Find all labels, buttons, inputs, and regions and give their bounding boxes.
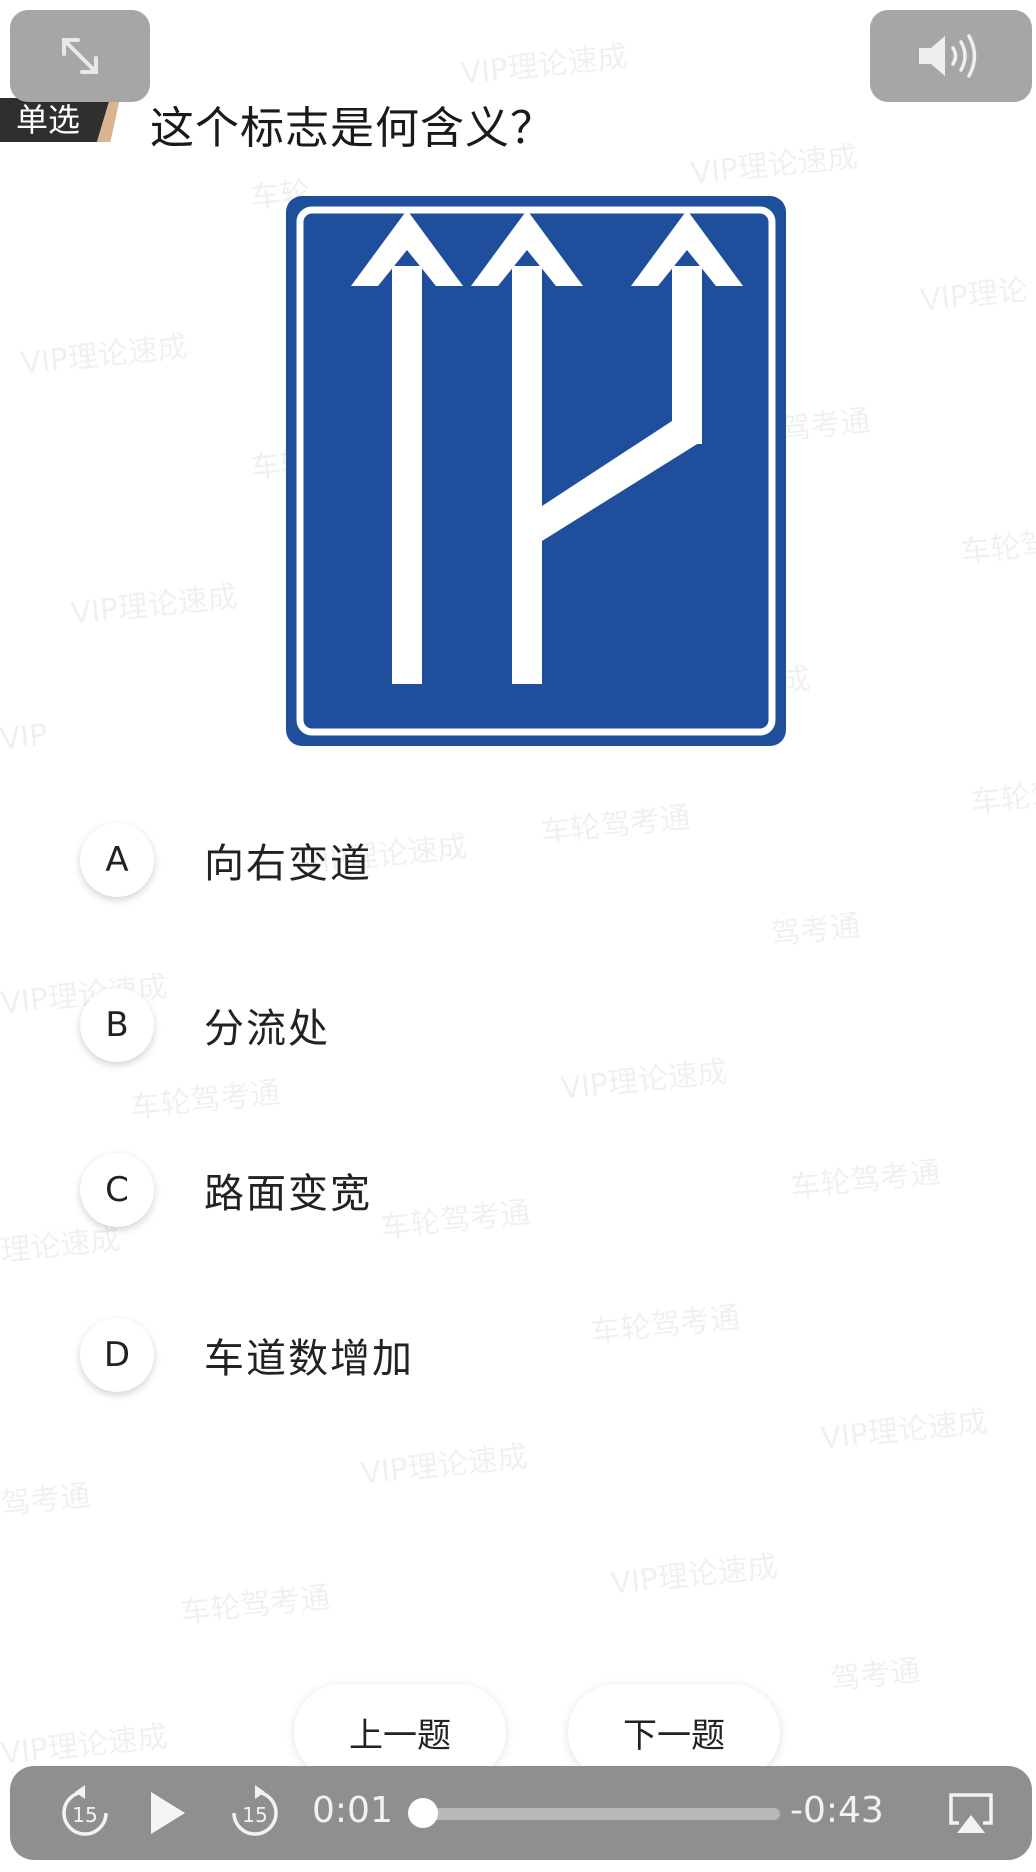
- option-text: 车道数增加: [204, 1336, 414, 1382]
- option-text: 路面变宽: [204, 1171, 372, 1217]
- watermark-text: 车轮驾考通: [968, 770, 1036, 821]
- watermark-text: 驾考通: [768, 908, 862, 953]
- expand-arrows-icon: [62, 38, 98, 74]
- skip-back-seconds: 15: [72, 1803, 97, 1827]
- question-type-badge: 单选: [0, 98, 110, 142]
- watermark-text: 驾考通: [0, 1478, 92, 1523]
- airplay-button[interactable]: [936, 1780, 1006, 1846]
- watermark-text: VIP理论速成: [458, 39, 630, 92]
- watermark-text: VIP理论: [918, 272, 1030, 319]
- skip-forward-icon: 15: [232, 1785, 278, 1836]
- skip-back-icon: 15: [62, 1785, 108, 1836]
- watermark-text: VIP理论速成: [18, 329, 190, 382]
- watermark-text: 车轮驾考通: [958, 520, 1036, 571]
- progress-slider[interactable]: [407, 1798, 780, 1828]
- watermark-text: 车轮驾考通: [178, 1580, 332, 1631]
- option-letter: D: [80, 1318, 154, 1392]
- watermark-text: VIP理论速成: [608, 1549, 780, 1602]
- option-c[interactable]: C 路面变宽: [80, 1150, 680, 1230]
- option-text: 分流处: [204, 1006, 330, 1052]
- option-b[interactable]: B 分流处: [80, 985, 680, 1065]
- watermark-text: 驾考通: [778, 403, 872, 448]
- volume-button[interactable]: [870, 10, 1032, 102]
- watermark-text: 车轮驾考通: [128, 1075, 282, 1126]
- fullscreen-button[interactable]: [10, 10, 150, 102]
- option-letter: A: [80, 823, 154, 897]
- play-icon: [151, 1792, 185, 1834]
- option-letter: B: [80, 988, 154, 1062]
- option-text: 向右变道: [204, 841, 372, 887]
- option-a[interactable]: A 向右变道: [80, 820, 680, 900]
- watermark-text: VIP理论速成: [68, 579, 240, 632]
- video-player-controls: 15 15 0:01 -0:43: [10, 1766, 1032, 1860]
- watermark-text: VIP理论速成: [688, 139, 860, 192]
- elapsed-time: 0:01: [312, 1790, 393, 1831]
- watermark-text: 车轮驾考通: [788, 1155, 942, 1206]
- question-text: 这个标志是何含义？: [150, 103, 555, 154]
- airplay-icon: [949, 1793, 993, 1833]
- speaker-icon: [919, 34, 977, 78]
- watermark-text: 驾考通: [828, 1653, 922, 1698]
- watermark-text: VIP理论速成: [358, 1439, 530, 1492]
- option-letter: C: [80, 1153, 154, 1227]
- watermark-text: VIP理论速成: [0, 1719, 170, 1772]
- skip-forward-seconds: 15: [242, 1803, 267, 1827]
- skip-back-button[interactable]: 15: [50, 1778, 120, 1848]
- watermark-text: VIP: [0, 717, 50, 758]
- watermark-text: VIP理论速成: [818, 1404, 990, 1457]
- option-d[interactable]: D 车道数增加: [80, 1315, 680, 1395]
- lanes-increase-sign: [286, 196, 786, 746]
- progress-knob[interactable]: [407, 1798, 438, 1828]
- skip-forward-button[interactable]: 15: [220, 1778, 290, 1848]
- remaining-time: -0:43: [790, 1790, 884, 1831]
- play-button[interactable]: [134, 1780, 200, 1846]
